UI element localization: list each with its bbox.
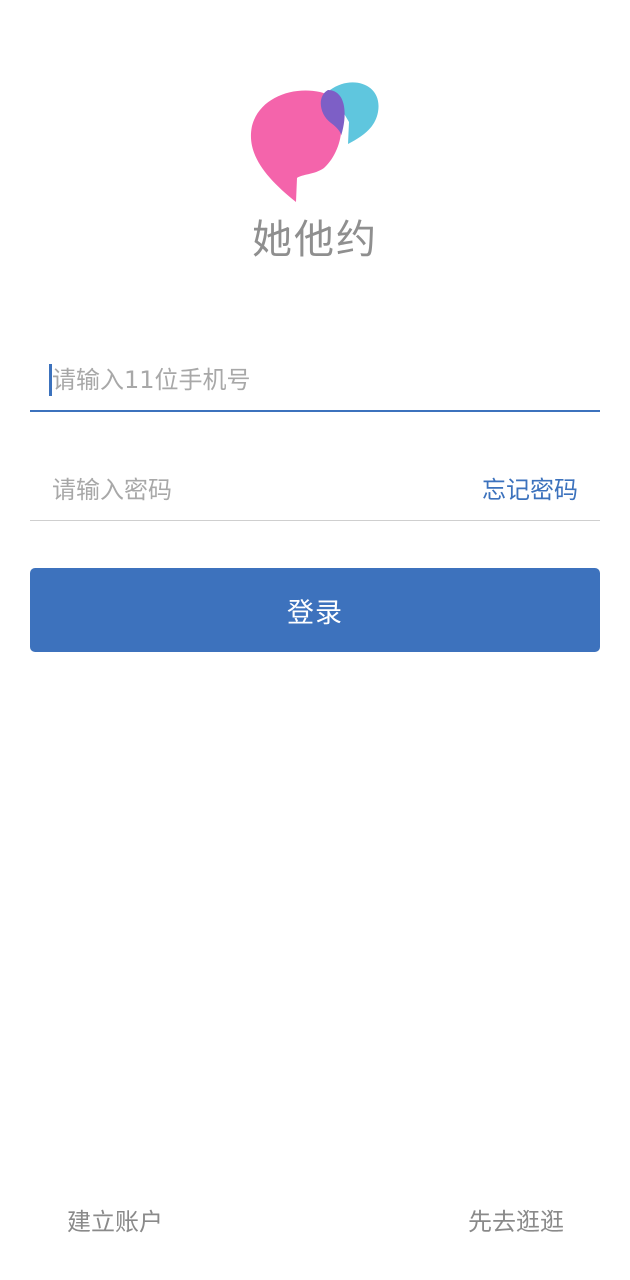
create-account-link[interactable]: 建立账户 <box>67 1200 163 1244</box>
app-logo <box>248 76 382 206</box>
text-caret <box>49 364 52 396</box>
phone-input[interactable] <box>30 350 600 410</box>
app-name: 她他约 <box>252 217 378 263</box>
browse-first-link[interactable]: 先去逛逛 <box>468 1200 564 1244</box>
phone-field[interactable] <box>30 350 600 412</box>
forgot-password-link[interactable]: 忘记密码 <box>482 460 578 520</box>
speech-bubbles-logo-icon <box>250 82 379 202</box>
password-field[interactable]: 忘记密码 <box>30 460 600 521</box>
login-button[interactable]: 登录 <box>30 568 600 652</box>
